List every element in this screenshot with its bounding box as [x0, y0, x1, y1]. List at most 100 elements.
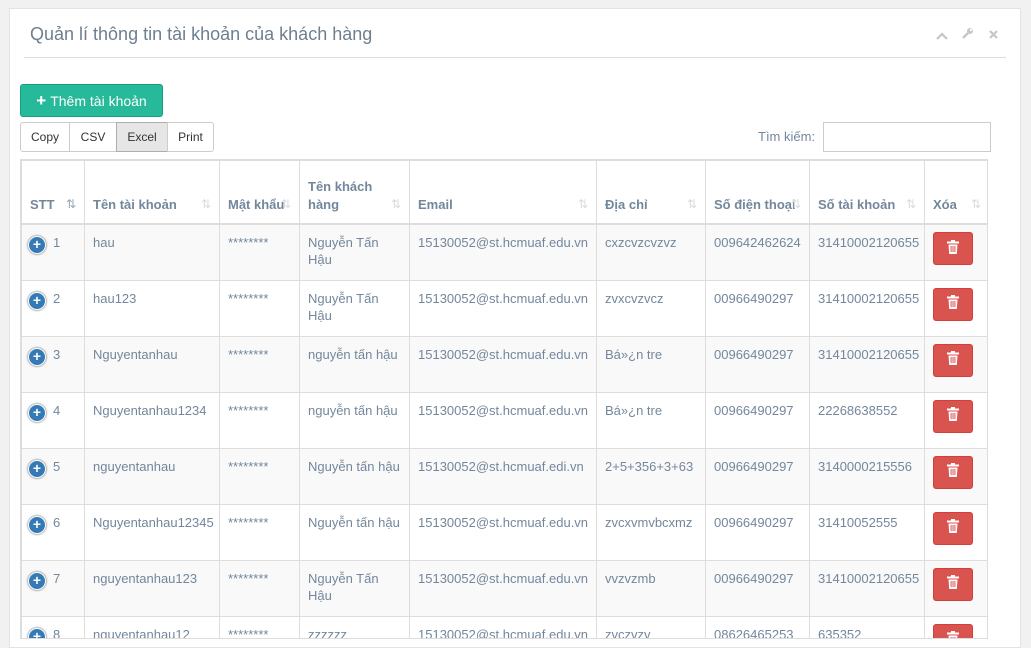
- table-body: +1 hau ******** Nguyễn Tấn Hậu 15130052@st.h…: [21, 223, 987, 639]
- expand-row-icon[interactable]: +: [28, 291, 46, 310]
- cell-address: zvxcvzvcz: [596, 279, 706, 337]
- cell-delete: [924, 223, 987, 281]
- delete-button[interactable]: [933, 287, 973, 321]
- delete-button[interactable]: [933, 567, 973, 601]
- column-label: Tên khách hàng: [308, 179, 373, 212]
- close-icon[interactable]: [986, 29, 1000, 43]
- cell-stt: +4: [21, 391, 85, 449]
- cell-address: cxzcvzcvzvz: [596, 223, 706, 281]
- column-label: Mật khẩu: [228, 197, 285, 212]
- accounts-table: STT ⇅ Tên tài khoản ⇅ Mật khẩu ⇅ Tên khách …: [21, 160, 987, 639]
- column-header-phone[interactable]: Số điện thoại ⇅: [705, 160, 810, 225]
- cell-name: zzzzzz: [299, 615, 410, 638]
- column-label: Địa chỉ: [605, 197, 648, 212]
- search-input[interactable]: [823, 122, 991, 152]
- column-header-email[interactable]: Email ⇅: [409, 160, 597, 225]
- add-account-button[interactable]: + Thêm tài khoản: [20, 84, 163, 117]
- table-row: +5 nguyentanhau ******** Nguyễn tấn hậu 1513…: [21, 447, 987, 505]
- cell-address: Bá»¿n tre: [596, 335, 706, 393]
- sort-icon: ⇅: [280, 197, 291, 211]
- cell-phone: 00966490297: [705, 335, 810, 393]
- delete-button[interactable]: [933, 511, 973, 545]
- copy-button[interactable]: Copy: [20, 122, 70, 152]
- table-row: +2 hau123 ******** Nguyễn Tấn Hậu 15130052@s…: [21, 279, 987, 337]
- page-title: Quản lí thông tin tài khoản của khách hà…: [30, 24, 373, 44]
- cell-password: ********: [219, 335, 300, 393]
- cell-email: 15130052@st.hcmuaf.edu.vn: [409, 279, 597, 337]
- csv-button[interactable]: CSV: [69, 122, 117, 152]
- column-header-password[interactable]: Mật khẩu ⇅: [219, 160, 300, 225]
- table-row: +4 Nguyentanhau1234 ******** nguyễn tấn hậu…: [21, 391, 987, 449]
- column-label: Số điện thoại: [714, 197, 796, 212]
- trash-icon: [947, 407, 959, 425]
- expand-row-icon[interactable]: +: [28, 627, 46, 638]
- cell-address: Bá»¿n tre: [596, 391, 706, 449]
- cell-delete: [924, 559, 987, 617]
- column-header-address[interactable]: Địa chỉ ⇅: [596, 160, 706, 225]
- cell-account: 31410002120655: [809, 559, 925, 617]
- cell-stt: +7: [21, 559, 85, 617]
- delete-button[interactable]: [933, 232, 973, 265]
- cell-delete: [924, 615, 987, 638]
- sort-icon: ⇅: [577, 197, 588, 211]
- cell-phone: 009642462624: [705, 223, 810, 281]
- wrench-icon[interactable]: [960, 27, 974, 41]
- trash-icon: [947, 295, 959, 313]
- delete-button[interactable]: [933, 399, 973, 433]
- delete-button[interactable]: [933, 623, 973, 638]
- export-button-group: Copy CSV Excel Print: [20, 122, 214, 152]
- delete-button[interactable]: [933, 343, 973, 377]
- search-label: Tìm kiếm:: [758, 129, 816, 144]
- sort-icon: ⇅: [905, 197, 916, 211]
- column-header-account-number[interactable]: Số tài khoản ⇅: [809, 160, 925, 225]
- trash-icon: [947, 631, 959, 638]
- expand-row-icon[interactable]: +: [28, 236, 46, 254]
- row-number: 7: [53, 570, 61, 586]
- sort-asc-icon: ⇅: [65, 197, 76, 211]
- excel-button[interactable]: Excel: [116, 122, 168, 152]
- row-number: 8: [53, 626, 61, 639]
- cell-username: Nguyentanhau12345: [84, 503, 220, 561]
- delete-button[interactable]: [933, 455, 973, 489]
- trash-icon: [947, 575, 959, 593]
- cell-email: 15130052@st.hcmuaf.edi.vn: [409, 447, 597, 505]
- cell-password: ********: [219, 559, 300, 617]
- column-header-delete[interactable]: Xóa ⇅: [924, 160, 987, 225]
- cell-email: 15130052@st.hcmuaf.edu.vn: [409, 503, 597, 561]
- expand-row-icon[interactable]: +: [28, 347, 46, 366]
- table-row: +1 hau ******** Nguyễn Tấn Hậu 15130052@st.h…: [21, 223, 987, 281]
- cell-stt: +3: [21, 335, 85, 393]
- column-header-username[interactable]: Tên tài khoản ⇅: [84, 160, 220, 225]
- table-row: +8 nguyentanhau12 ******** zzzzzz 15130052@s…: [21, 615, 987, 639]
- cell-phone: 08626465253: [705, 615, 810, 638]
- column-header-stt[interactable]: STT ⇅: [21, 160, 85, 225]
- cell-password: ********: [219, 223, 300, 281]
- trash-icon: [947, 463, 959, 481]
- expand-row-icon[interactable]: +: [28, 515, 46, 534]
- expand-row-icon[interactable]: +: [28, 459, 46, 478]
- cell-account: 31410002120655: [809, 335, 925, 393]
- sort-icon: ⇅: [686, 197, 697, 211]
- chevron-up-icon[interactable]: [935, 29, 949, 43]
- sort-icon: ⇅: [970, 197, 981, 211]
- table-header-row: STT ⇅ Tên tài khoản ⇅ Mật khẩu ⇅ Tên khách …: [21, 160, 987, 225]
- column-label: Số tài khoản: [818, 197, 896, 212]
- cell-stt: +6: [21, 503, 85, 561]
- cell-phone: 00966490297: [705, 559, 810, 617]
- cell-address: vvzvzmb: [596, 559, 706, 617]
- column-label: STT: [30, 197, 55, 212]
- column-label: Tên tài khoản: [93, 197, 177, 212]
- sort-icon: ⇅: [790, 197, 801, 211]
- expand-row-icon[interactable]: +: [28, 403, 46, 422]
- cell-name: Nguyễn Tấn Hậu: [299, 223, 410, 281]
- table-row: +6 Nguyentanhau12345 ******** Nguyễn tấn hậ…: [21, 503, 987, 561]
- column-header-customer-name[interactable]: Tên khách hàng ⇅: [299, 160, 410, 225]
- cell-stt: +2: [21, 279, 85, 337]
- cell-phone: 00966490297: [705, 503, 810, 561]
- expand-row-icon[interactable]: +: [28, 571, 46, 590]
- trash-icon: [947, 239, 959, 258]
- cell-name: Nguyễn tấn hậu: [299, 503, 410, 561]
- cell-stt: +8: [21, 615, 85, 639]
- print-button[interactable]: Print: [167, 122, 214, 152]
- cell-delete: [924, 503, 987, 561]
